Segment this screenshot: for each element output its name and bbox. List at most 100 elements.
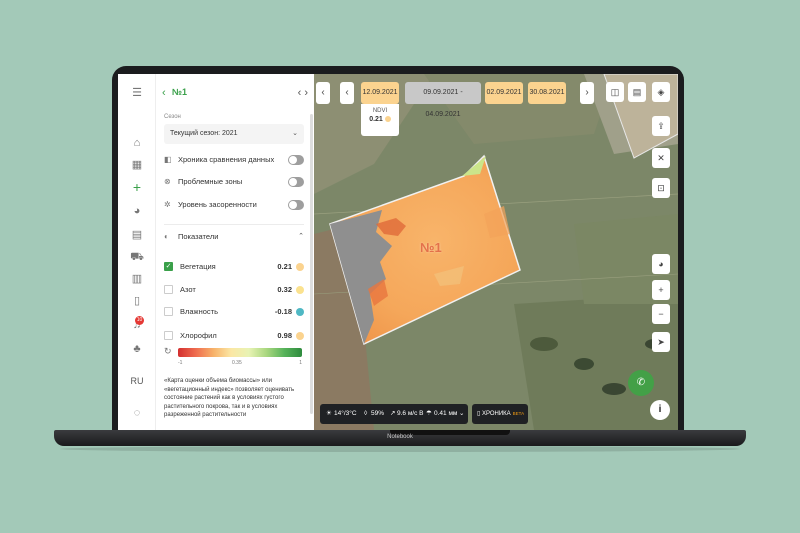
indicator-label: Хлорофил (180, 331, 217, 340)
icon-rail: ☰ ⌂ ▦ + ◕ ▤ ⛟ ▥ ▯ ♫ 10 ♣ RU ◌ (118, 74, 156, 430)
chronicle-button[interactable]: ▯ ХРОНИКА BETA (472, 404, 528, 424)
problem-zones-toggle[interactable] (288, 177, 304, 187)
building-icon[interactable]: ▥ (128, 270, 146, 288)
weed-icon: ✲ (164, 200, 171, 209)
indicator-color-dot (296, 332, 304, 340)
compare-icon: ◧ (164, 155, 172, 164)
compare-view-icon[interactable]: ◫ (606, 82, 624, 102)
checkbox[interactable] (164, 285, 173, 294)
indicators-title: Показатели (178, 232, 219, 241)
screenshot-icon[interactable]: ⊡ (652, 178, 670, 198)
sprout-icon[interactable]: ♣ (128, 340, 146, 358)
phone-device-icon[interactable]: ▯ (128, 292, 146, 310)
toggle-row-weeds[interactable]: ✲ Уровень засоренности (164, 198, 304, 212)
grid-icon[interactable]: ▦ (128, 156, 146, 174)
date-chip[interactable]: 02.09.2021 (485, 82, 523, 104)
export-icon[interactable]: ⇪ (652, 116, 670, 136)
wind: 9.6 м/с В (397, 410, 424, 417)
indicator-value: 0.21 (277, 262, 292, 271)
panel-scrollbar[interactable] (310, 114, 313, 414)
chevron-up-icon[interactable]: ⌃ (298, 230, 304, 244)
stack-icon[interactable]: ▤ (128, 226, 146, 244)
color-scale: ↻ -1 0.35 1 (164, 346, 304, 370)
notification-badge: 10 (135, 316, 144, 325)
satellite-map[interactable]: ‹ ‹ 12.09.2021 09.09.2021 - 04.09.2021 0… (314, 74, 678, 430)
date-prev-button[interactable]: ‹ (340, 82, 354, 104)
indicator-label: Азот (180, 285, 196, 294)
season-label: Сезон (164, 114, 181, 120)
toggle-label: Проблемные зоны (178, 177, 243, 186)
beta-badge: BETA (512, 411, 525, 416)
zoom-out-icon[interactable]: − (652, 304, 670, 324)
indicators-header[interactable]: ◐ Показатели ⌃ (164, 230, 304, 244)
tool-icon[interactable]: ✕ (652, 148, 670, 168)
chronicle-label: ХРОНИКА (481, 411, 511, 417)
indicators-icon: ◐ (164, 232, 169, 241)
checkbox-checked[interactable]: ✓ (164, 262, 173, 271)
ndvi-color-dot (384, 116, 391, 122)
language-switch[interactable]: RU (118, 376, 156, 386)
date-chip-range[interactable]: 09.09.2021 - 04.09.2021 (405, 82, 481, 118)
scale-min: -1 (178, 360, 183, 366)
indicator-label: Влажность (180, 307, 218, 316)
call-button[interactable]: ✆ (628, 370, 654, 396)
locate-icon[interactable]: ➤ (652, 332, 670, 352)
indicator-color-dot (296, 286, 304, 294)
add-icon[interactable]: + (128, 178, 146, 196)
indicator-color-dot (296, 263, 304, 271)
tractor-icon[interactable]: ⛟ (128, 248, 146, 266)
indicator-row-nitrogen[interactable]: Азот 0.32 (164, 283, 304, 297)
rain-icon: ☂ (426, 410, 432, 417)
report-icon[interactable]: ▤ (628, 82, 646, 102)
field-nav-arrows[interactable]: ‹ › (298, 86, 308, 100)
date-next-button[interactable]: › (580, 82, 594, 104)
back-icon[interactable]: ‹ (162, 86, 166, 100)
menu-icon[interactable]: ☰ (128, 84, 146, 102)
droplet-icon: ◊ (364, 410, 368, 417)
checkbox[interactable] (164, 307, 173, 316)
indicator-label: Вегетация (180, 262, 216, 271)
indicator-value: 0.98 (277, 331, 292, 340)
field-map-label[interactable]: №1 (420, 240, 442, 255)
scale-mid: 0.35 (232, 360, 242, 366)
chronicle-icon: ▯ (477, 411, 481, 417)
indicator-row-chlorophyll[interactable]: Хлорофил 0.98 (164, 329, 304, 343)
info-button[interactable]: i (650, 400, 670, 420)
toggle-row-chronicle[interactable]: ◧ Хроника сравнения данных (164, 153, 304, 167)
refresh-icon[interactable]: ↻ (164, 346, 172, 357)
temperature: 14°/3°C (334, 410, 357, 417)
scale-gradient (178, 348, 302, 357)
chevron-down-icon[interactable]: ⌄ (459, 404, 464, 424)
date-chip[interactable]: 30.08.2021 (528, 82, 566, 104)
rain: 0.41 мм (434, 410, 458, 417)
laptop-base: Notebook (54, 430, 746, 446)
indicator-color-dot (296, 308, 304, 316)
chronicle-toggle[interactable] (288, 155, 304, 165)
globe-layer-icon[interactable]: ◕ (652, 254, 670, 274)
indicator-row-moisture[interactable]: Влажность -0.18 (164, 305, 304, 319)
field-panel: ‹ №1 ‹ › Сезон Текущий сезон: 2021 ⌄ ◧ Х… (156, 74, 314, 430)
toggle-label: Уровень засоренности (178, 200, 257, 209)
ndvi-card: NDVI 0.21 (361, 104, 399, 136)
globe-icon[interactable]: ◕ (128, 202, 146, 220)
checkbox[interactable] (164, 331, 173, 340)
zoom-in-icon[interactable]: + (652, 280, 670, 300)
indicator-row-vegetation[interactable]: ✓ Вегетация 0.21 (164, 260, 304, 274)
date-chip-active[interactable]: 12.09.2021 (361, 82, 399, 104)
map-collapse-button[interactable]: ‹ (316, 82, 330, 104)
chat-icon[interactable]: ◌ (128, 404, 146, 422)
season-select[interactable]: Текущий сезон: 2021 ⌄ (164, 124, 304, 144)
warning-icon: ⊗ (164, 177, 171, 186)
weeds-toggle[interactable] (288, 200, 304, 210)
scale-labels: -1 0.35 1 (178, 360, 302, 368)
device-label: Notebook (387, 434, 413, 440)
indicator-value: 0.32 (277, 285, 292, 294)
panel-header: ‹ №1 ‹ › (162, 86, 308, 100)
toggle-row-problem-zones[interactable]: ⊗ Проблемные зоны (164, 175, 304, 189)
home-icon[interactable]: ⌂ (128, 134, 146, 152)
season-value: Текущий сезон: 2021 (170, 130, 238, 137)
wind-icon: ↗ (390, 410, 396, 417)
layers-icon[interactable]: ◈ (652, 82, 670, 102)
base-shadow (60, 446, 740, 452)
ndvi-value: 0.21 (361, 116, 399, 123)
